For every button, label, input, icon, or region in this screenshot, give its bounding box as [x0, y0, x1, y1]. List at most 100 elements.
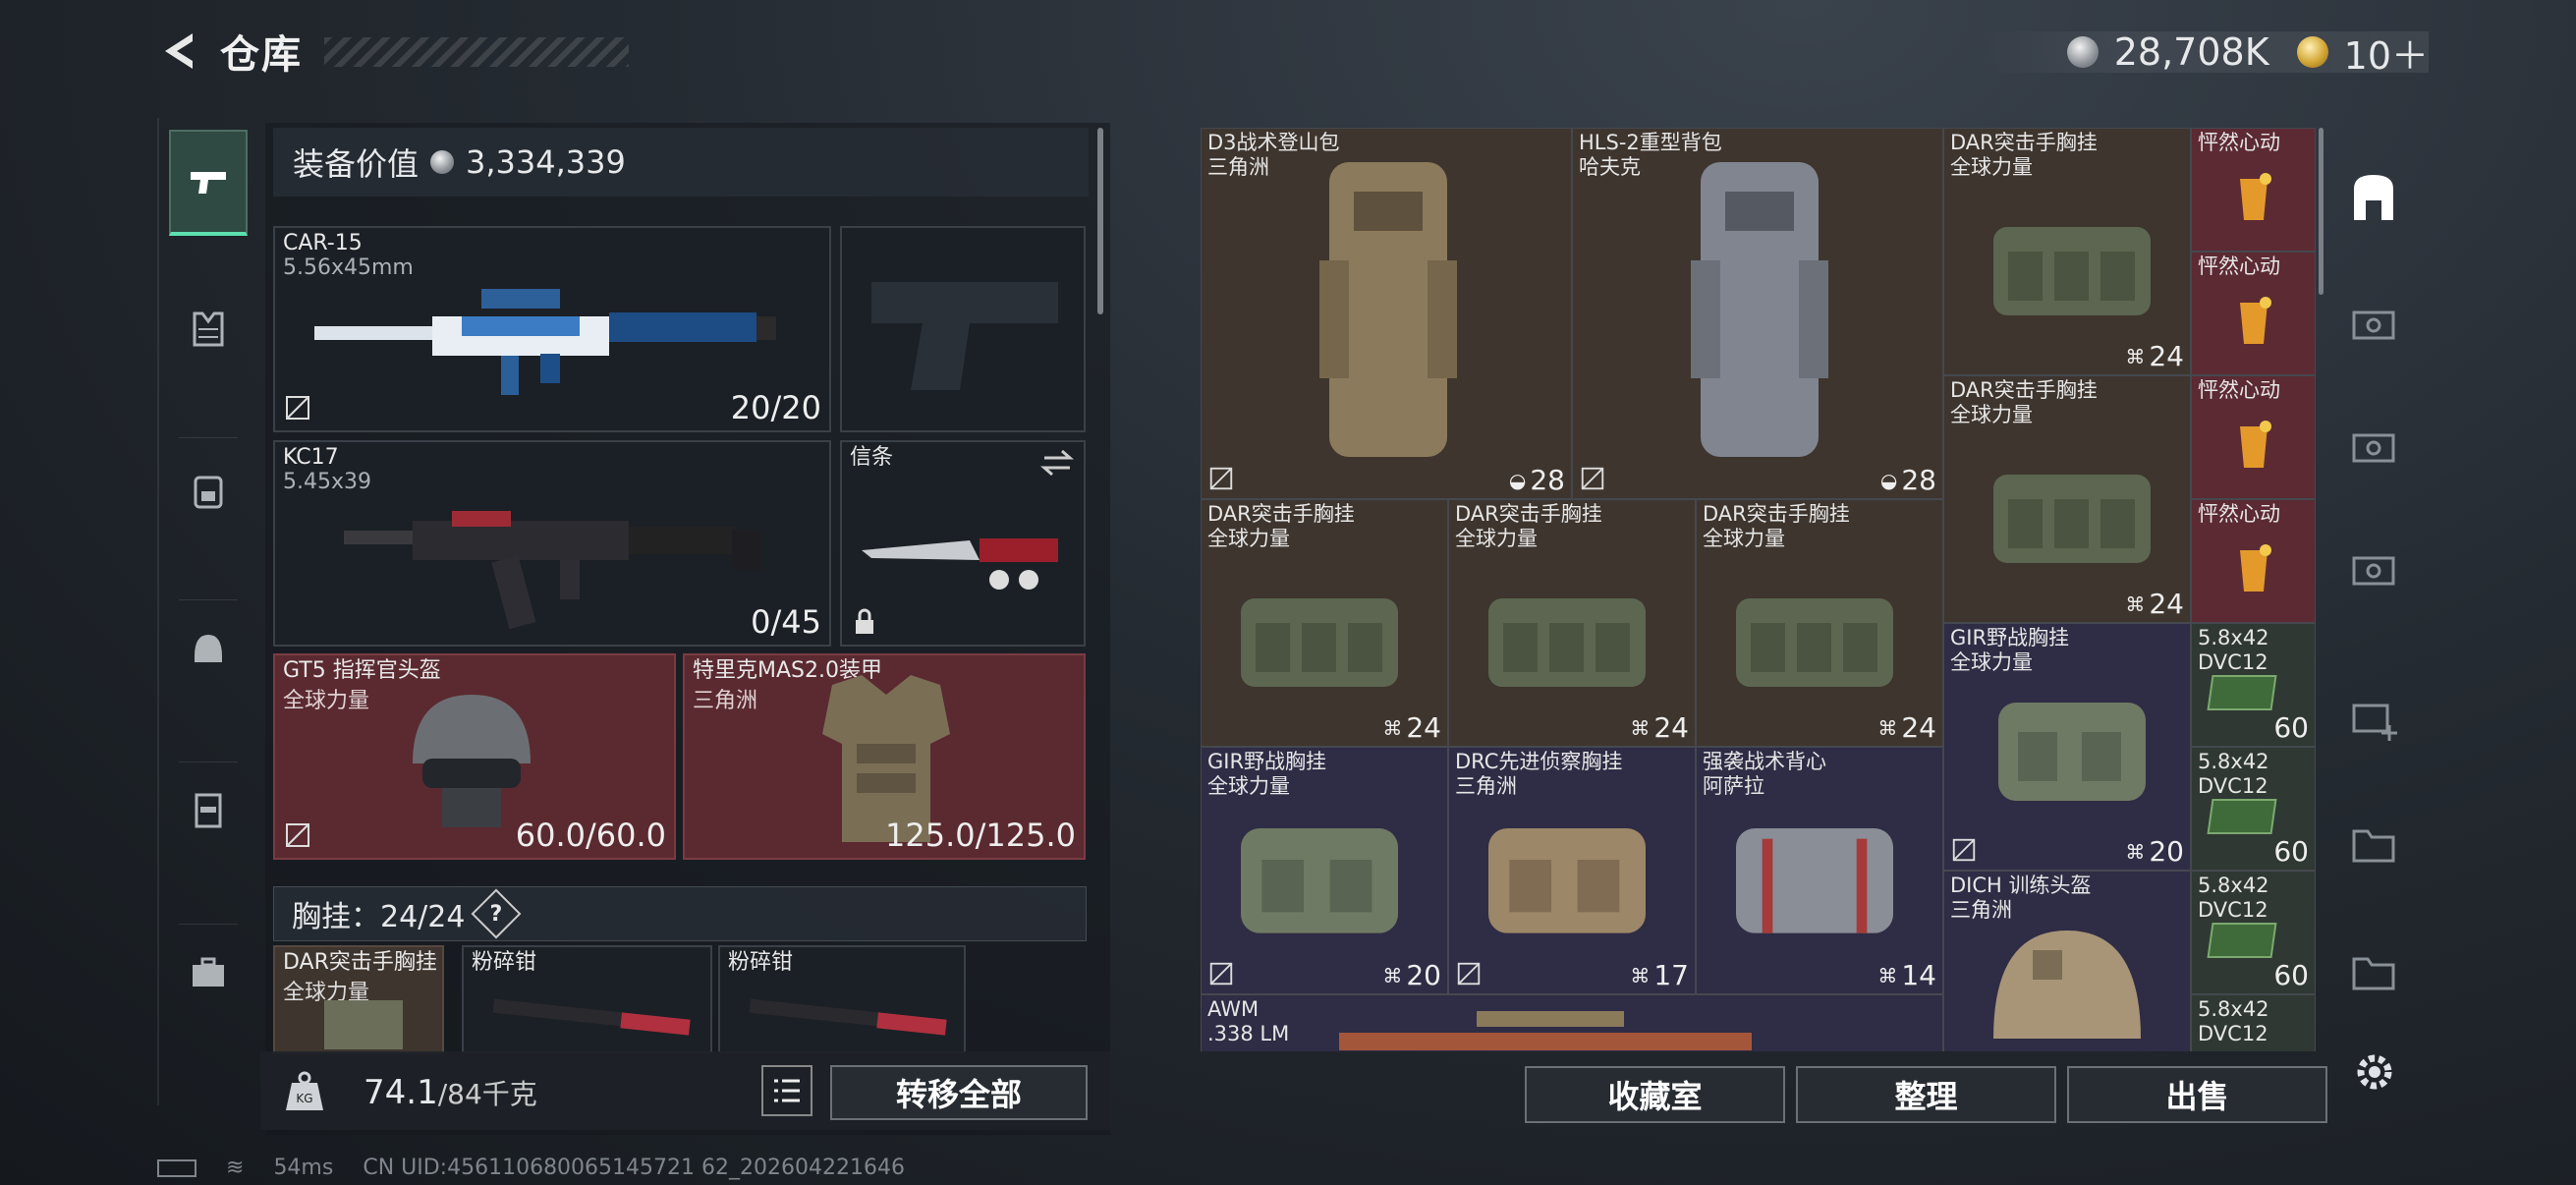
chest-rig-image: [1241, 828, 1398, 933]
storage-tab-2[interactable]: [2344, 418, 2403, 477]
chest-rig-icon: [195, 793, 222, 828]
page-title: 仓库: [220, 32, 303, 78]
storage-item[interactable]: DAR突击手胸挂 全球力量 ⌘ 24: [1696, 499, 1943, 747]
equipment-value-label: 装备价值: [293, 145, 420, 183]
capacity: ◒ 28: [1508, 464, 1565, 496]
nav-separator: [179, 924, 238, 925]
help-icon[interactable]: ?: [472, 888, 522, 939]
nav-armor[interactable]: [169, 290, 248, 368]
chest-rig-header: 胸挂：24/24 ?: [273, 886, 1087, 941]
nav-separator: [179, 599, 238, 600]
storage-item[interactable]: DAR突击手胸挂 全球力量 ⌘ 24: [1943, 128, 2191, 375]
header: 仓库: [155, 22, 303, 81]
storage-scrollbar[interactable]: [2319, 128, 2324, 295]
storage-item[interactable]: 强袭战术背心 阿萨拉 ⌘ 14: [1696, 747, 1943, 994]
drink-icon: [2239, 544, 2271, 592]
primary-weapon-slot[interactable]: CAR-15 5.56x45mm 20/20: [273, 226, 831, 432]
nav-backpack[interactable]: [169, 452, 248, 531]
item-name: DAR突击手胸挂: [283, 950, 437, 975]
storage-tab-3[interactable]: [2344, 540, 2403, 599]
settings-gear-icon[interactable]: [2350, 1047, 2399, 1097]
storage-item[interactable]: AWM .338 LM: [1201, 994, 1943, 1051]
pistol-slot-empty[interactable]: [840, 226, 1086, 432]
armor-vest-icon: [193, 311, 224, 347]
sell-button[interactable]: 出售: [2067, 1066, 2327, 1123]
armor-faction: 三角洲: [693, 689, 758, 713]
battery-icon: [157, 1158, 196, 1177]
item-name: DAR突击手胸挂 全球力量: [1703, 502, 1850, 550]
backpack-icon: [194, 476, 223, 509]
list-icon: [774, 1079, 800, 1102]
pistol-placeholder-icon: [871, 282, 1058, 390]
storage-item[interactable]: DAR突击手胸挂 全球力量 ⌘ 24: [1943, 375, 2191, 623]
storage-item[interactable]: DAR突击手胸挂 全球力量 ⌘ 24: [1201, 499, 1448, 747]
chest-item-slot[interactable]: 粉碎钳: [462, 945, 712, 1053]
item-name: 怦然心动: [2198, 131, 2280, 154]
swap-arrows-icon[interactable]: [1040, 448, 1074, 478]
silver-balance: 28,708K: [2113, 30, 2269, 74]
inventory-footer: KG 74.1/84千克 转移全部: [260, 1051, 1110, 1130]
capacity: ⌘ 24: [1877, 711, 1936, 744]
storage-item[interactable]: HLS-2重型背包 哈夫克 ◒ 28: [1572, 128, 1943, 499]
storage-tab-add[interactable]: [2344, 688, 2403, 747]
storage-item[interactable]: GIR野战胸挂 全球力量 ⌘ 20: [1943, 623, 2191, 871]
helmet-image: [1993, 931, 2141, 1039]
storage-item[interactable]: DICH 训练头盔 三角洲: [1943, 871, 2191, 1051]
nav-weapon[interactable]: [169, 130, 248, 236]
storage-item[interactable]: 怦然心动: [2191, 128, 2316, 252]
storage-tab-all[interactable]: [2344, 167, 2403, 226]
storage-tab-1[interactable]: [2344, 295, 2403, 354]
sort-button[interactable]: 整理: [1796, 1066, 2056, 1123]
storage-tab-6[interactable]: [2344, 943, 2403, 1002]
capacity: ⌘ 24: [2125, 588, 2184, 620]
capacity: ⌘ 24: [2125, 340, 2184, 372]
helmet-slot[interactable]: GT5 指挥官头盔 全球力量 60.0/60.0: [273, 653, 676, 860]
container-icon: [2352, 556, 2395, 586]
silver-coin-icon: [2066, 36, 2099, 68]
storage-item[interactable]: 5.8x42 DVC12 60: [2191, 623, 2316, 747]
ammo-box-icon: [2207, 675, 2277, 710]
storage-item[interactable]: DRC先进侦察胸挂 三角洲 ⌘ 17: [1448, 747, 1696, 994]
bookmark-slash-icon: [286, 823, 309, 847]
bookmark-slash-icon: [1457, 962, 1481, 986]
storage-item[interactable]: DAR突击手胸挂 全球力量 ⌘ 24: [1448, 499, 1696, 747]
capacity: ⌘ 24: [1382, 711, 1441, 744]
item-name: DAR突击手胸挂 全球力量: [1207, 502, 1355, 550]
storage-item[interactable]: 怦然心动: [2191, 252, 2316, 375]
storage-item[interactable]: 5.8x42 DVC12 60: [2191, 747, 2316, 871]
chest-rig-image: [324, 1000, 403, 1049]
back-icon[interactable]: [155, 28, 202, 75]
melee-slot[interactable]: 信条: [840, 440, 1086, 647]
storage-item[interactable]: 5.8x42 DVC12 60: [2191, 871, 2316, 994]
storage-item[interactable]: 怦然心动: [2191, 375, 2316, 499]
chest-item-slot[interactable]: 粉碎钳: [718, 945, 966, 1053]
chest-item-slot[interactable]: DAR突击手胸挂 全球力量: [273, 945, 444, 1053]
item-name: DAR突击手胸挂 全球力量: [1950, 378, 2098, 426]
silver-coin-icon: [430, 150, 455, 174]
storage-item[interactable]: 5.8x42 DVC12: [2191, 994, 2316, 1051]
nav-helmet[interactable]: [169, 609, 248, 688]
storage-item[interactable]: D3战术登山包 三角洲 ◒ 28: [1201, 128, 1572, 499]
left-category-nav: [157, 118, 257, 1105]
chest-rig-image: [1998, 703, 2146, 801]
secondary-weapon-slot[interactable]: KC17 5.45x39 0/45: [273, 440, 831, 647]
helmet-faction: 全球力量: [283, 689, 370, 713]
nav-chest-rig[interactable]: [169, 771, 248, 850]
armor-slot[interactable]: 特里克MAS2.0装甲 三角洲 125.0/125.0: [683, 653, 1086, 860]
drink-icon: [2239, 297, 2271, 345]
transfer-all-button[interactable]: 转移全部: [830, 1065, 1088, 1120]
collection-room-button[interactable]: 收藏室: [1525, 1066, 1785, 1123]
storage-item[interactable]: GIR野战胸挂 全球力量 ⌘ 20: [1201, 747, 1448, 994]
bookmark-slash-icon: [1952, 838, 1976, 862]
capacity: ⌘ 20: [1382, 959, 1441, 991]
weight-icon: KG: [286, 1071, 323, 1110]
nav-case[interactable]: [169, 933, 248, 1012]
chest-rig-image: [1241, 598, 1398, 687]
rifle-image: [314, 289, 776, 395]
item-name: 5.8x42 DVC12: [2198, 874, 2269, 922]
storage-item[interactable]: 怦然心动: [2191, 499, 2316, 623]
equipment-scrollbar[interactable]: [1097, 128, 1103, 314]
storage-tab-5[interactable]: [2344, 816, 2403, 875]
item-name: 5.8x42 DVC12: [2198, 750, 2269, 798]
list-view-button[interactable]: [761, 1065, 812, 1116]
